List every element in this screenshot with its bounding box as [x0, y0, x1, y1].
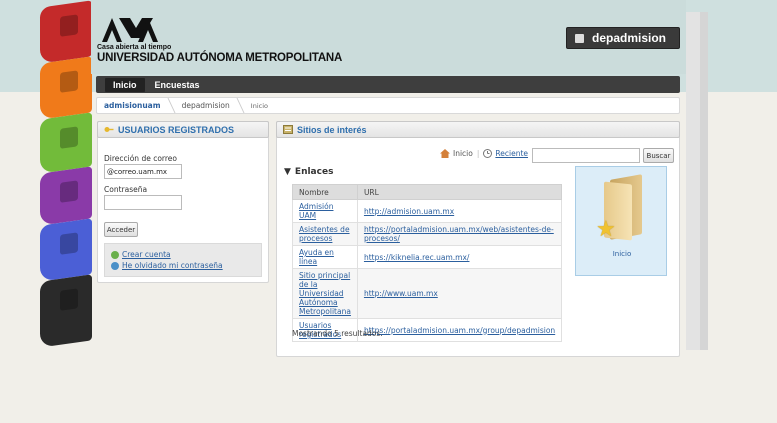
folder-icon: ★ [596, 174, 642, 242]
deco-block-black [40, 274, 92, 348]
recent-link[interactable]: Reciente [483, 149, 528, 158]
sites-portlet: Sitios de interés Inicio | Reciente Busc… [276, 121, 680, 357]
clock-icon [483, 149, 493, 158]
bookmarks-icon [283, 125, 293, 134]
login-portlet: USUARIOS REGISTRADOS Dirección de correo… [97, 121, 269, 283]
forgot-password-link[interactable]: He olvidado mi contraseña [111, 260, 261, 271]
link-name[interactable]: Ayuda en línea [292, 245, 358, 269]
quick-links-divider: | [476, 149, 480, 158]
site-icon [575, 33, 584, 43]
star-icon: ★ [596, 217, 616, 242]
right-shadow-edge [700, 12, 708, 350]
links-section-toggle[interactable]: ▼ Enlaces [284, 167, 333, 177]
home-icon [440, 149, 450, 158]
university-name[interactable]: UNIVERSIDAD AUTÓNOMA METROPOLITANA [97, 52, 342, 64]
create-account-label: Crear cuenta [122, 250, 171, 259]
quick-links: Inicio | Reciente [440, 149, 528, 158]
sites-search-input[interactable] [532, 148, 640, 163]
site-header: Casa abierta al tiempo UNIVERSIDAD AUTÓN… [91, 0, 686, 74]
add-user-icon [111, 250, 119, 259]
deco-block-blue [40, 218, 92, 282]
table-row: Admisión UAM http://admision.uam.mx [292, 199, 563, 223]
login-links-box: Crear cuenta He olvidado mi contraseña [104, 243, 262, 277]
link-url[interactable]: http://www.uam.mx [356, 268, 563, 319]
collapse-triangle-icon: ▼ [284, 167, 291, 177]
forgot-password-label: He olvidado mi contraseña [122, 261, 223, 270]
link-url[interactable]: http://admision.uam.mx [356, 199, 563, 223]
breadcrumb-item-inicio: Inicio [250, 101, 268, 110]
link-url[interactable]: https://portaladmision.uam.mx/group/depa… [356, 318, 563, 342]
link-url[interactable]: https://kiknelia.rec.uam.mx/ [356, 245, 563, 269]
recent-link-label: Reciente [495, 149, 529, 158]
link-url[interactable]: https://portaladmision.uam.mx/web/asiste… [356, 222, 563, 246]
table-header-row: Nombre URL [292, 184, 563, 200]
login-portlet-header: USUARIOS REGISTRADOS [97, 121, 269, 138]
results-count: Mostrando 5 resultados. [292, 329, 383, 338]
link-name[interactable]: Sitio principal de la Universidad Autóno… [292, 268, 358, 319]
deco-block-red [40, 0, 92, 64]
breadcrumb-item-admisionuam[interactable]: admisionuam [97, 98, 175, 113]
help-icon [111, 261, 119, 270]
password-field[interactable] [104, 195, 182, 210]
column-header-nombre[interactable]: Nombre [292, 184, 358, 200]
create-account-link[interactable]: Crear cuenta [111, 249, 261, 260]
key-icon [104, 127, 114, 132]
table-row: Asistentes de procesos https://portaladm… [292, 222, 563, 246]
home-link-label: Inicio [453, 149, 473, 158]
links-section-title: Enlaces [294, 167, 334, 177]
login-portlet-title: USUARIOS REGISTRADOS [118, 124, 235, 135]
sites-portlet-title: Sitios de interés [297, 124, 367, 135]
uam-logo-icon[interactable] [100, 16, 160, 44]
link-name[interactable]: Asistentes de procesos [292, 222, 358, 246]
breadcrumb: admisionuam depadmision Inicio [96, 97, 680, 114]
links-table: Nombre URL Admisión UAM http://admision.… [292, 184, 563, 342]
table-row: Ayuda en línea https://kiknelia.rec.uam.… [292, 245, 563, 269]
page-container: Casa abierta al tiempo UNIVERSIDAD AUTÓN… [91, 0, 686, 423]
password-label: Contraseña [104, 185, 148, 194]
home-folder-card[interactable]: ★ Inicio [575, 166, 667, 276]
table-row: Sitio principal de la Universidad Autóno… [292, 268, 563, 319]
deco-block-purple [40, 166, 92, 226]
nav-tab-encuestas[interactable]: Encuestas [147, 78, 208, 92]
column-header-url[interactable]: URL [356, 184, 563, 200]
main-navigation: Inicio Encuestas [96, 76, 680, 93]
logo-tagline: Casa abierta al tiempo [97, 44, 172, 51]
link-name[interactable]: Admisión UAM [292, 199, 358, 223]
email-label: Dirección de correo [104, 154, 177, 163]
deco-block-green [40, 112, 92, 174]
email-field[interactable] [104, 164, 182, 179]
site-selector-button[interactable]: depadmision [566, 27, 680, 49]
folder-label: Inicio [612, 250, 632, 258]
site-button-label: depadmision [592, 31, 667, 45]
login-button[interactable]: Acceder [104, 222, 138, 237]
sites-portlet-header: Sitios de interés [276, 121, 680, 138]
search-button[interactable]: Buscar [643, 148, 674, 163]
home-link[interactable]: Inicio [440, 149, 473, 158]
decorative-stack [40, 0, 94, 350]
breadcrumb-item-depadmision[interactable]: depadmision [175, 98, 244, 113]
nav-tab-inicio[interactable]: Inicio [105, 77, 145, 92]
deco-block-orange [40, 56, 92, 120]
